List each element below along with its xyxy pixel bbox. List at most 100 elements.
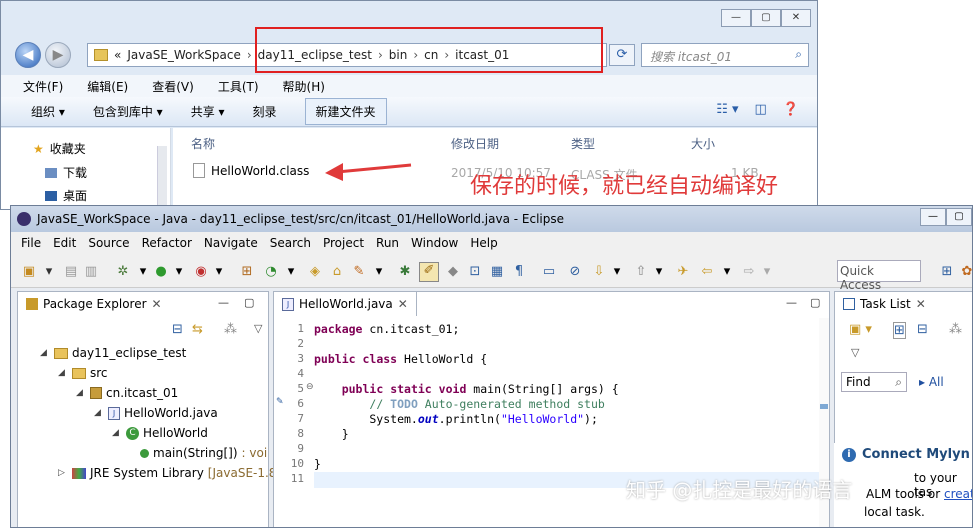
- filter-icon[interactable]: ⁂: [949, 322, 962, 337]
- run-icon[interactable]: ●: [153, 264, 169, 280]
- tree-item-class[interactable]: ◢ C HelloWorld: [112, 426, 208, 440]
- mark-occurrences-icon[interactable]: ✐: [419, 262, 439, 282]
- nav-scrollbar[interactable]: [157, 146, 167, 209]
- minimize-button[interactable]: —: [920, 208, 946, 226]
- tree-item-project[interactable]: ◢ day11_eclipse_test: [40, 346, 186, 360]
- menu-refactor[interactable]: Refactor: [142, 236, 192, 250]
- tree-item-method[interactable]: main(String[]): voi: [140, 446, 267, 460]
- help-icon[interactable]: ❓: [783, 102, 799, 117]
- console-icon[interactable]: ▭: [541, 264, 557, 280]
- close-icon[interactable]: ✕: [398, 297, 408, 311]
- maximize-button[interactable]: ▢: [946, 208, 972, 226]
- menu-tools[interactable]: 工具(T): [218, 78, 259, 95]
- tree-item-src[interactable]: ◢ src: [58, 366, 108, 380]
- quick-access-input[interactable]: Quick Access: [837, 260, 921, 292]
- save-all-icon[interactable]: ▥: [83, 264, 99, 280]
- chevron-down-icon[interactable]: ▾: [719, 264, 735, 280]
- new-class-icon[interactable]: ◔: [263, 264, 279, 280]
- chevron-down-icon[interactable]: ▾: [609, 264, 625, 280]
- pin-icon[interactable]: ⊘: [567, 264, 583, 280]
- menu-help[interactable]: 帮助(H): [283, 78, 325, 95]
- expanded-icon[interactable]: ◢: [112, 428, 122, 438]
- tree-item-jre[interactable]: ▷ JRE System Library [JavaSE-1.8]: [58, 466, 281, 480]
- tab-helloworld-java[interactable]: J HelloWorld.java ✕: [274, 292, 417, 316]
- preview-pane-icon[interactable]: ◫: [755, 102, 767, 117]
- collapse-all-icon[interactable]: ⊟: [172, 322, 183, 337]
- toggle-word-wrap-icon[interactable]: ▦: [489, 264, 505, 280]
- refresh-button[interactable]: ⟳: [609, 44, 635, 66]
- back-button[interactable]: ◀: [15, 42, 41, 68]
- include-library-button[interactable]: 包含到库中 ▾: [93, 103, 163, 120]
- menu-file[interactable]: 文件(F): [23, 78, 63, 95]
- chevron-down-icon[interactable]: ▾: [41, 264, 57, 280]
- link-editor-icon[interactable]: ⇆: [192, 322, 203, 337]
- view-options-icon[interactable]: ☷ ▾: [716, 102, 738, 117]
- chevron-down-icon[interactable]: ▾: [371, 264, 387, 280]
- external-tools-icon[interactable]: ◉: [193, 264, 209, 280]
- menu-view[interactable]: 查看(V): [152, 78, 194, 95]
- forward-arrow-icon[interactable]: ⇨: [741, 264, 757, 280]
- breadcrumb-workspace[interactable]: JavaSE_WorkSpace: [127, 48, 241, 62]
- organize-button[interactable]: 组织 ▾: [31, 103, 65, 120]
- nav-favorites[interactable]: ★ 收藏夹: [33, 140, 86, 157]
- view-menu-icon[interactable]: ▽: [851, 346, 859, 359]
- back-arrow-icon[interactable]: ⇦: [699, 264, 715, 280]
- menu-window[interactable]: Window: [411, 236, 458, 250]
- menu-run[interactable]: Run: [376, 236, 399, 250]
- last-edit-icon[interactable]: ✈: [675, 264, 691, 280]
- task-marker-icon[interactable]: [820, 404, 828, 409]
- java-perspective-icon[interactable]: ✿: [959, 264, 972, 280]
- nav-desktop[interactable]: 桌面: [45, 187, 87, 204]
- chevron-down-icon[interactable]: ▾: [651, 264, 667, 280]
- prev-annotation-icon[interactable]: ⇧: [633, 264, 649, 280]
- expanded-icon[interactable]: ◢: [94, 408, 104, 418]
- share-button[interactable]: 共享 ▾: [191, 103, 225, 120]
- menu-help[interactable]: Help: [470, 236, 497, 250]
- maximize-button[interactable]: ▢: [751, 9, 781, 27]
- search-input[interactable]: 搜索 itcast_01 ⌕: [641, 43, 809, 67]
- open-perspective-icon[interactable]: ⊞: [939, 264, 955, 280]
- forward-button[interactable]: ▶: [45, 42, 71, 68]
- new-task-icon[interactable]: ▣ ▾: [849, 322, 872, 337]
- maximize-view-icon[interactable]: ▢: [810, 296, 820, 309]
- chevron-down-icon[interactable]: ▾: [283, 264, 299, 280]
- chevron-down-icon[interactable]: ▾: [171, 264, 187, 280]
- new-folder-button[interactable]: 新建文件夹: [304, 98, 387, 125]
- menu-source[interactable]: Source: [88, 236, 129, 250]
- minimize-view-icon[interactable]: —: [218, 296, 229, 309]
- column-size[interactable]: 大小: [691, 135, 715, 152]
- column-name[interactable]: 名称: [191, 135, 215, 152]
- new-package-icon[interactable]: ⊞: [239, 264, 255, 280]
- categorized-icon[interactable]: ⊞: [893, 322, 906, 339]
- minimize-view-icon[interactable]: —: [786, 296, 797, 309]
- find-input[interactable]: Find ⌕: [841, 372, 907, 392]
- close-icon[interactable]: ✕: [152, 297, 162, 311]
- close-button[interactable]: ✕: [781, 9, 811, 27]
- tree-item-java-file[interactable]: ◢ J HelloWorld.java: [94, 406, 218, 420]
- all-filter-link[interactable]: ▸ All: [919, 375, 944, 389]
- collapsed-icon[interactable]: ▷: [58, 468, 68, 478]
- create-task-link[interactable]: creat: [944, 487, 972, 501]
- paragraph-icon[interactable]: ¶: [511, 264, 527, 280]
- menu-navigate[interactable]: Navigate: [204, 236, 258, 250]
- expanded-icon[interactable]: ◢: [76, 388, 86, 398]
- chevron-down-icon[interactable]: ▾: [759, 264, 775, 280]
- view-menu-icon[interactable]: ▽: [254, 322, 262, 335]
- burn-button[interactable]: 刻录: [253, 103, 277, 120]
- maximize-view-icon[interactable]: ▢: [244, 296, 254, 309]
- show-whitespace-icon[interactable]: ⊡: [467, 264, 483, 280]
- open-type-icon[interactable]: ◈: [307, 264, 323, 280]
- menu-edit[interactable]: Edit: [53, 236, 76, 250]
- search-tool-icon[interactable]: ✎: [351, 264, 367, 280]
- annotation-icon[interactable]: ✱: [397, 264, 413, 280]
- next-annotation-icon[interactable]: ⇩: [591, 264, 607, 280]
- block-selection-icon[interactable]: ◆: [445, 264, 461, 280]
- filter-icon[interactable]: ⁂: [224, 322, 237, 337]
- column-date[interactable]: 修改日期: [451, 135, 499, 152]
- open-folder-icon[interactable]: ⌂: [329, 264, 345, 280]
- minimize-button[interactable]: —: [721, 9, 751, 27]
- menu-project[interactable]: Project: [323, 236, 364, 250]
- save-icon[interactable]: ▤: [63, 264, 79, 280]
- close-icon[interactable]: ✕: [916, 297, 926, 311]
- scheduled-icon[interactable]: ⊟: [917, 322, 928, 337]
